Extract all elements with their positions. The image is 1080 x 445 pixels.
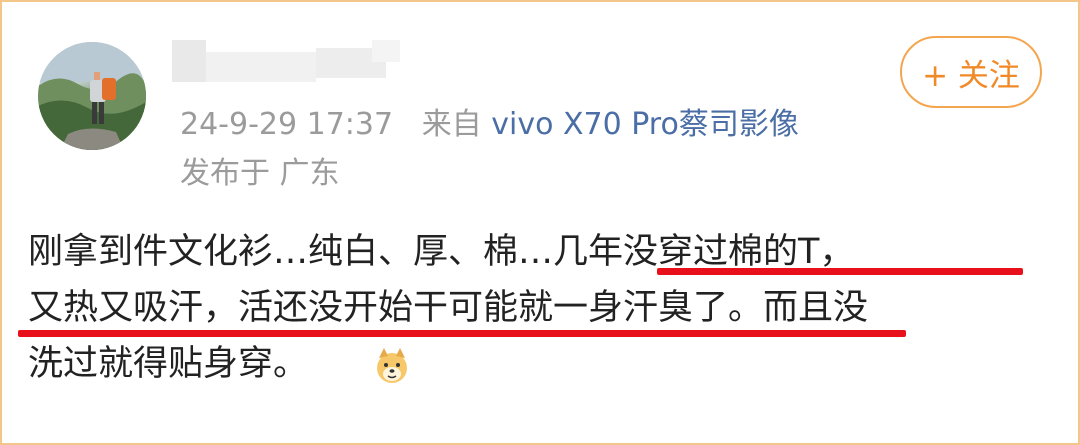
avatar[interactable] bbox=[38, 42, 146, 150]
avatar-photo bbox=[38, 42, 146, 150]
highlight-underline bbox=[657, 268, 1023, 275]
post-location: 发布于 广东 bbox=[180, 156, 340, 191]
content-line: 洗过就得贴身穿。 bbox=[28, 344, 309, 384]
follow-button[interactable]: + 关注 bbox=[900, 36, 1042, 108]
highlight-underline bbox=[18, 330, 906, 337]
doge-emoji-icon bbox=[372, 346, 412, 386]
content-line: 又热又吸汗，活还没开始干可能就一身汗臭了。而且没 bbox=[28, 288, 869, 328]
username-redacted bbox=[172, 40, 402, 86]
post-timestamp: 24-9-29 17:37 bbox=[180, 107, 394, 142]
post-meta: 24-9-29 17:37 来自 vivo X70 Pro蔡司影像 bbox=[180, 103, 799, 147]
post-source[interactable]: vivo X70 Pro蔡司影像 bbox=[491, 107, 799, 142]
source-prefix: 来自 bbox=[421, 107, 482, 142]
post-content: 刚拿到件文化衫…纯白、厚、棉…几年没穿过棉的T， 又热又吸汗，活还没开始干可能就… bbox=[28, 224, 1058, 392]
